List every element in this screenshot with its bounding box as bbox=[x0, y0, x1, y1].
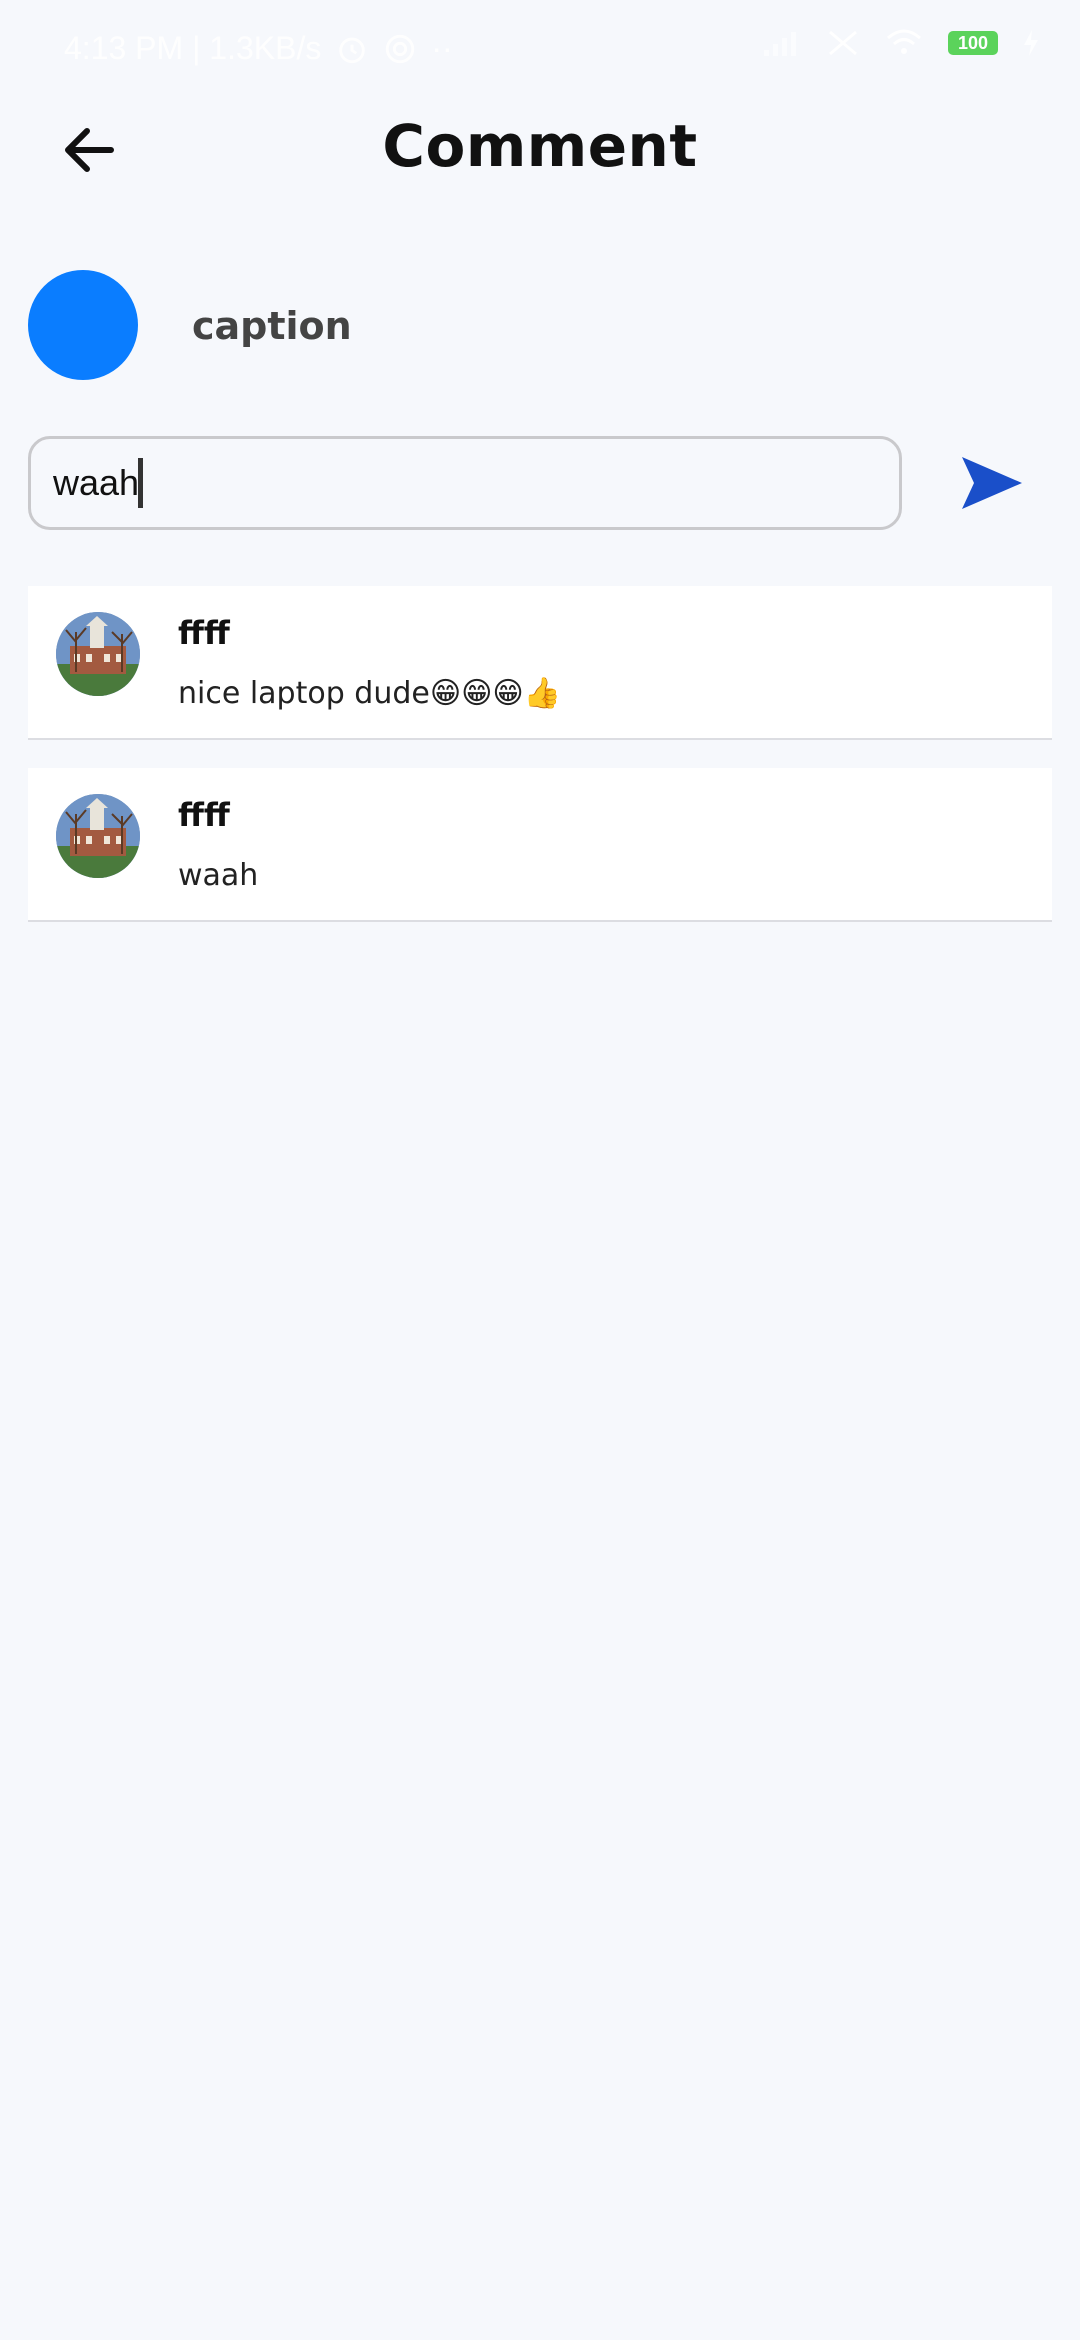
list-item[interactable]: ffff nice laptop dude😁😁😁👍 bbox=[28, 586, 1052, 740]
alarm-icon bbox=[339, 37, 366, 63]
comment-composer bbox=[28, 436, 1052, 530]
comment-username: ffff bbox=[178, 796, 230, 834]
post-header: caption bbox=[28, 270, 1058, 382]
list-item[interactable]: ffff waah bbox=[28, 768, 1052, 922]
signal-icon bbox=[764, 32, 796, 56]
avatar[interactable] bbox=[56, 794, 140, 878]
building-photo-icon bbox=[56, 612, 140, 696]
avatar[interactable] bbox=[56, 612, 140, 696]
at-icon bbox=[386, 34, 415, 63]
charging-icon bbox=[1024, 30, 1038, 56]
text-caret bbox=[138, 458, 143, 508]
more-dots-icon: ·· bbox=[431, 30, 453, 66]
building-photo-icon bbox=[56, 794, 140, 878]
no-sim-icon bbox=[829, 30, 857, 56]
status-time: 4:13 PM | 1.3KB/s bbox=[64, 30, 322, 66]
battery-icon: 100 bbox=[948, 31, 998, 55]
page-title: Comment bbox=[382, 112, 698, 180]
app-bar: Comment bbox=[0, 100, 1080, 200]
comment-username: ffff bbox=[178, 614, 230, 652]
post-caption: caption bbox=[192, 304, 352, 348]
comments-list: ffff nice laptop dude😁😁😁👍 ffff waah bbox=[28, 586, 1052, 950]
status-bar: 4:13 PM | 1.3KB/s ·· 100 bbox=[0, 0, 1080, 100]
status-left: 4:13 PM | 1.3KB/s ·· bbox=[64, 30, 453, 67]
send-icon bbox=[962, 457, 1022, 509]
comment-text: waah bbox=[178, 858, 259, 893]
wifi-icon bbox=[887, 29, 921, 54]
send-button[interactable] bbox=[956, 450, 1028, 516]
comment-text: nice laptop dude😁😁😁👍 bbox=[178, 676, 562, 711]
post-avatar[interactable] bbox=[28, 270, 138, 380]
status-right: 100 bbox=[762, 28, 1040, 58]
comment-input[interactable] bbox=[28, 436, 902, 530]
